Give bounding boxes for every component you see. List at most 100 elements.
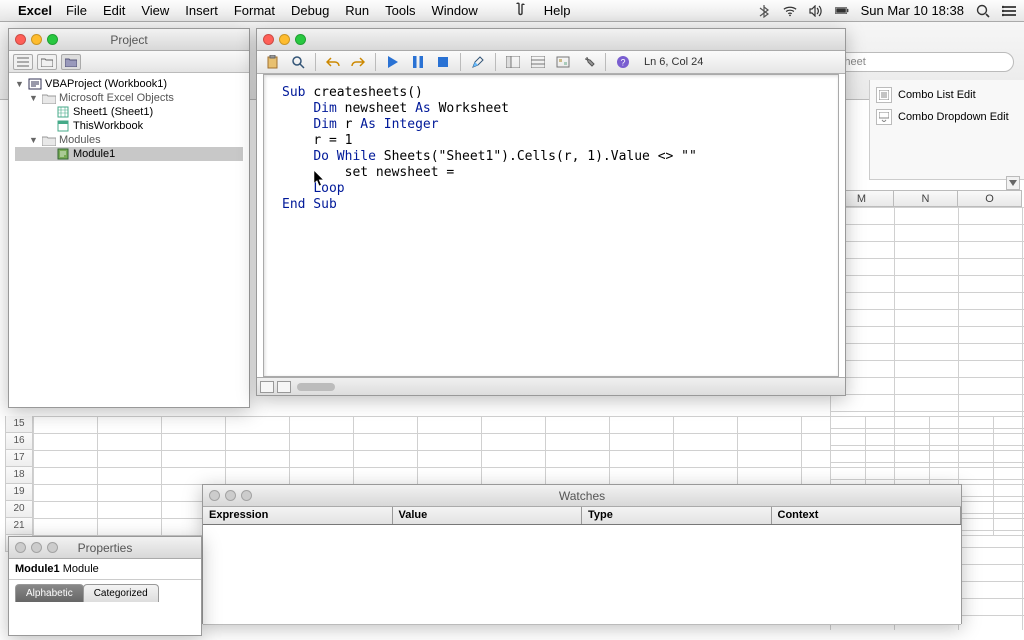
row-20[interactable]: 20 [5, 501, 33, 518]
code-view-full-button[interactable] [260, 381, 274, 393]
tree-thisworkbook-label: ThisWorkbook [73, 120, 143, 132]
watches-col-context[interactable]: Context [772, 507, 962, 524]
row-headers: 15 16 17 18 19 20 21 22 [5, 416, 33, 552]
project-view-folder2-button[interactable] [61, 54, 81, 70]
code-titlebar[interactable] [257, 29, 845, 51]
col-header-o[interactable]: O [958, 190, 1022, 207]
code-editor[interactable]: Sub createsheets() Dim newsheet As Works… [263, 74, 839, 377]
watches-header: Expression Value Type Context [203, 507, 961, 525]
paste-button[interactable] [263, 53, 283, 71]
menu-help[interactable]: Help [544, 3, 571, 18]
app-name[interactable]: Excel [18, 3, 52, 18]
spotlight-icon[interactable] [976, 4, 990, 18]
combo-dropdown-edit-button[interactable]: Combo Dropdown Edit [874, 106, 1020, 128]
project-panel: Project ▼ VBAProject (Workbook1) ▼ Micro… [8, 28, 250, 408]
code-zoom-button[interactable] [295, 34, 306, 45]
menu-view[interactable]: View [141, 3, 169, 18]
col-header-n[interactable]: N [894, 190, 958, 207]
properties-tab-categorized[interactable]: Categorized [83, 584, 159, 602]
project-explorer-button[interactable] [503, 53, 523, 71]
properties-object-row[interactable]: Module1 Module [9, 559, 201, 580]
properties-titlebar[interactable]: Properties [9, 537, 201, 559]
project-title: Project [9, 33, 249, 47]
battery-icon[interactable] [835, 4, 849, 18]
vbaproject-icon [28, 78, 42, 90]
help-button[interactable]: ? [613, 53, 633, 71]
properties-tab-alphabetic[interactable]: Alphabetic [15, 584, 84, 602]
watches-title: Watches [203, 489, 961, 503]
properties-window-button[interactable] [528, 53, 548, 71]
bluetooth-icon[interactable] [757, 4, 771, 18]
run-button[interactable] [383, 53, 403, 71]
column-headers: M N O [830, 190, 1022, 208]
row-15[interactable]: 15 [5, 416, 33, 433]
tree-vbaproject-label: VBAProject (Workbook1) [45, 78, 167, 90]
properties-object-type: Module [63, 563, 99, 575]
svg-text:?: ? [620, 58, 625, 68]
properties-panel: Properties Module1 Module Alphabetic Cat… [8, 536, 202, 636]
project-view-list-button[interactable] [13, 54, 33, 70]
redo-button[interactable] [348, 53, 368, 71]
row-18[interactable]: 18 [5, 467, 33, 484]
tree-sheet1-label: Sheet1 (Sheet1) [73, 106, 153, 118]
menu-tools[interactable]: Tools [385, 3, 415, 18]
object-browser-button[interactable] [553, 53, 573, 71]
properties-object-name: Module1 [15, 563, 60, 575]
find-button[interactable] [288, 53, 308, 71]
watches-col-expression[interactable]: Expression [203, 507, 393, 524]
menu-window[interactable]: Window [432, 3, 478, 18]
tree-excel-objects-label: Microsoft Excel Objects [59, 92, 174, 104]
pause-button[interactable] [408, 53, 428, 71]
tree-sheet1[interactable]: Sheet1 (Sheet1) [15, 105, 243, 119]
stop-button[interactable] [433, 53, 453, 71]
menu-run[interactable]: Run [345, 3, 369, 18]
menubar: Excel File Edit View Insert Format Debug… [0, 0, 1024, 22]
script-menu-icon[interactable] [514, 2, 528, 19]
toolbox-button[interactable] [578, 53, 598, 71]
scroll-down-button[interactable] [1006, 176, 1020, 190]
volume-icon[interactable] [809, 4, 823, 18]
project-view-folder-button[interactable] [37, 54, 57, 70]
project-titlebar[interactable]: Project [9, 29, 249, 51]
ribbon-forms-group: Combo List Edit Combo Dropdown Edit [869, 80, 1024, 180]
code-close-button[interactable] [263, 34, 274, 45]
row-17[interactable]: 17 [5, 450, 33, 467]
design-mode-button[interactable] [468, 53, 488, 71]
tree-excel-objects[interactable]: ▼ Microsoft Excel Objects [15, 91, 243, 105]
project-toolbar [9, 51, 249, 73]
tree-vbaproject[interactable]: ▼ VBAProject (Workbook1) [15, 77, 243, 91]
combo-list-edit-button[interactable]: Combo List Edit [874, 84, 1020, 106]
code-min-button[interactable] [279, 34, 290, 45]
row-21[interactable]: 21 [5, 518, 33, 535]
watches-titlebar[interactable]: Watches [203, 485, 961, 507]
code-hscroll-thumb[interactable] [297, 383, 335, 391]
folder-icon [42, 134, 56, 146]
combo-list-label: Combo List Edit [898, 89, 976, 101]
row-19[interactable]: 19 [5, 484, 33, 501]
tree-thisworkbook[interactable]: ThisWorkbook [15, 119, 243, 133]
row-16[interactable]: 16 [5, 433, 33, 450]
wifi-icon[interactable] [783, 4, 797, 18]
menu-insert[interactable]: Insert [185, 3, 218, 18]
notifications-icon[interactable] [1002, 4, 1016, 18]
tree-module1[interactable]: Module1 [15, 147, 243, 161]
watches-col-type[interactable]: Type [582, 507, 772, 524]
tree-module1-label: Module1 [73, 148, 115, 160]
clock[interactable]: Sun Mar 10 18:38 [861, 3, 964, 18]
sheet-icon [56, 106, 70, 118]
watches-panel: Watches Expression Value Type Context [202, 484, 962, 624]
menu-debug[interactable]: Debug [291, 3, 329, 18]
workbook-icon [56, 120, 70, 132]
code-toolbar: ? Ln 6, Col 24 [257, 51, 845, 74]
watches-body[interactable] [203, 525, 961, 625]
code-view-proc-button[interactable] [277, 381, 291, 393]
menu-file[interactable]: File [66, 3, 87, 18]
undo-button[interactable] [323, 53, 343, 71]
code-text[interactable]: Sub createsheets() Dim newsheet As Works… [264, 75, 838, 223]
cursor-position: Ln 6, Col 24 [644, 56, 703, 68]
menu-edit[interactable]: Edit [103, 3, 125, 18]
watches-col-value[interactable]: Value [393, 507, 583, 524]
tree-modules[interactable]: ▼ Modules [15, 133, 243, 147]
menu-format[interactable]: Format [234, 3, 275, 18]
combo-list-icon [876, 87, 892, 103]
